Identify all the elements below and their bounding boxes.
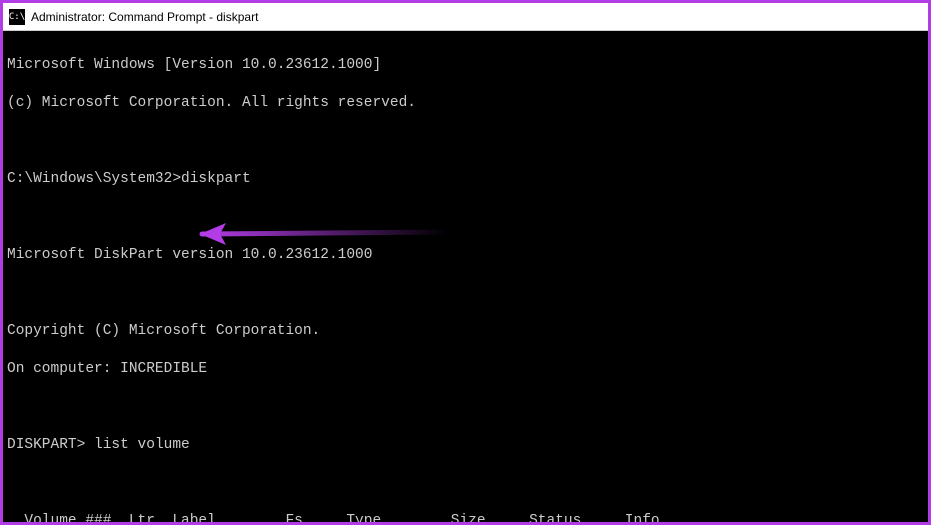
window-title: Administrator: Command Prompt - diskpart	[31, 10, 258, 24]
diskpart-copyright-line: Copyright (C) Microsoft Corporation.	[7, 322, 924, 341]
blank-line	[7, 284, 924, 303]
diskpart-computer-line: On computer: INCREDIBLE	[7, 360, 924, 379]
cmd-icon: C:\	[9, 9, 25, 25]
blank-line	[7, 474, 924, 493]
blank-line	[7, 132, 924, 151]
os-version-line: Microsoft Windows [Version 10.0.23612.10…	[7, 56, 924, 75]
blank-line	[7, 398, 924, 417]
diskpart-prompt-line: DISKPART> list volume	[7, 436, 924, 455]
diskpart-prompt-label: DISKPART>	[7, 437, 85, 453]
blank-line	[7, 208, 924, 227]
diskpart-command: list volume	[94, 437, 190, 453]
prompt-path: C:\Windows\System32>	[7, 171, 181, 187]
prompt-line: C:\Windows\System32>diskpart	[7, 170, 924, 189]
terminal-output[interactable]: Microsoft Windows [Version 10.0.23612.10…	[3, 31, 928, 522]
window-titlebar[interactable]: C:\ Administrator: Command Prompt - disk…	[3, 3, 928, 31]
prompt-command: diskpart	[181, 171, 251, 187]
volume-table-header: Volume ### Ltr Label Fs Type Size Status…	[7, 512, 924, 522]
copyright-line: (c) Microsoft Corporation. All rights re…	[7, 94, 924, 113]
diskpart-version-line: Microsoft DiskPart version 10.0.23612.10…	[7, 246, 924, 265]
